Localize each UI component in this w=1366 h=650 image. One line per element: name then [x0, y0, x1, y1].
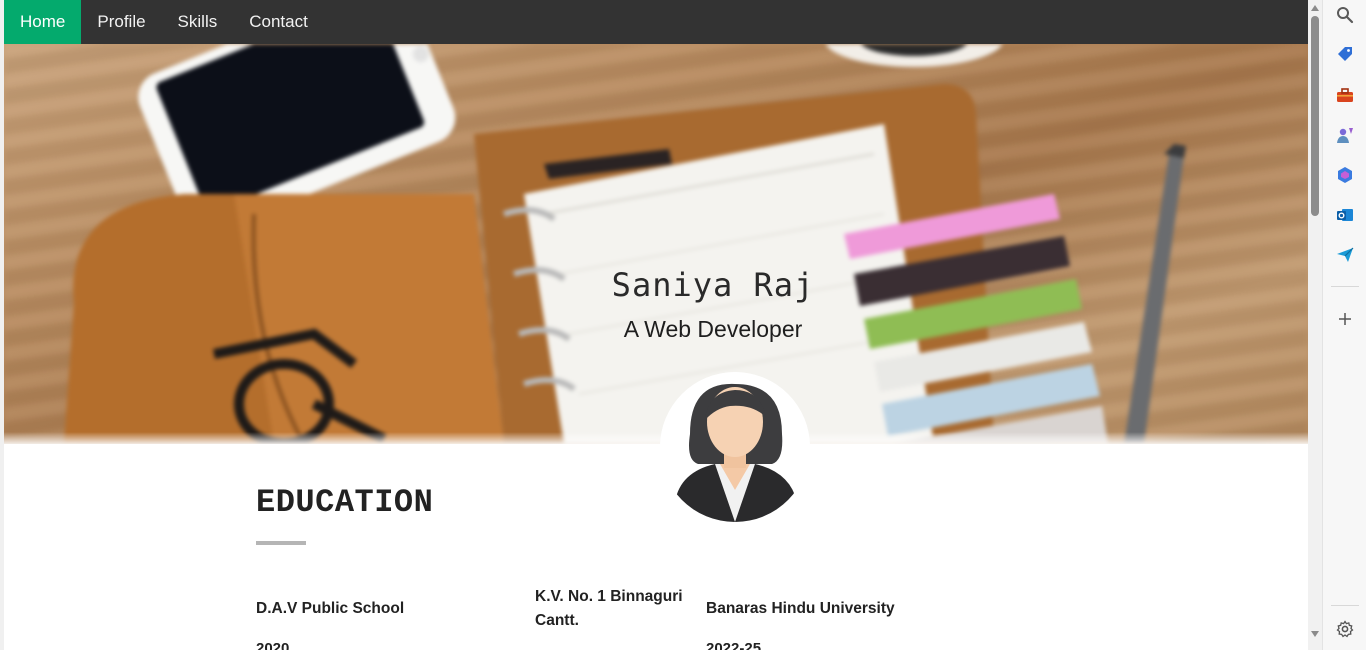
school-name: D.A.V Public School — [256, 600, 405, 617]
nav-home[interactable]: Home — [4, 0, 82, 44]
tag-icon[interactable] — [1334, 44, 1356, 66]
browser-sidebar — [1322, 0, 1366, 650]
page-scrollbar[interactable] — [1308, 0, 1322, 650]
settings-icon[interactable] — [1334, 618, 1356, 640]
school-name: K.V. No. 1 Binnaguri Cantt. — [535, 588, 683, 629]
scroll-up-arrow[interactable] — [1311, 5, 1319, 11]
hero-tagline: A Web Developer — [623, 316, 803, 342]
search-icon[interactable] — [1334, 4, 1356, 26]
send-icon[interactable] — [1334, 244, 1356, 266]
education-item: D.A.V Public School — [256, 597, 476, 621]
nav-contact[interactable]: Contact — [233, 0, 324, 44]
sidebar-divider — [1331, 286, 1359, 287]
school-name: Banaras Hindu University — [706, 600, 895, 617]
sidebar-divider — [1331, 605, 1359, 606]
nav-profile[interactable]: Profile — [81, 0, 161, 44]
education-item: K.V. No. 1 Binnaguri Cantt. — [535, 585, 695, 633]
education-title: EDUCATION — [256, 484, 434, 521]
avatar-illustration — [660, 372, 810, 522]
scroll-down-arrow[interactable] — [1311, 631, 1319, 637]
copilot-icon[interactable] — [1334, 164, 1356, 186]
title-underline — [256, 541, 306, 545]
school-year: 2020 — [256, 640, 290, 650]
games-icon[interactable] — [1334, 124, 1356, 146]
top-navbar: Home Profile Skills Contact — [4, 0, 1308, 44]
toolbox-icon[interactable] — [1334, 84, 1356, 106]
scroll-thumb[interactable] — [1311, 16, 1319, 216]
hero-name: Saniya Raj — [611, 266, 815, 304]
outlook-icon[interactable] — [1334, 204, 1356, 226]
hero-fade — [4, 432, 1308, 444]
avatar — [660, 372, 810, 522]
education-item: Banaras Hindu University — [706, 597, 966, 621]
page-viewport: Home Profile Skills Contact Saniya Raj A… — [0, 0, 1308, 650]
school-year: 2022-25 — [706, 640, 762, 650]
add-icon[interactable] — [1334, 308, 1356, 330]
hero-banner: Saniya Raj A Web Developer — [4, 44, 1308, 444]
nav-skills[interactable]: Skills — [162, 0, 234, 44]
hero-image — [64, 44, 1186, 444]
